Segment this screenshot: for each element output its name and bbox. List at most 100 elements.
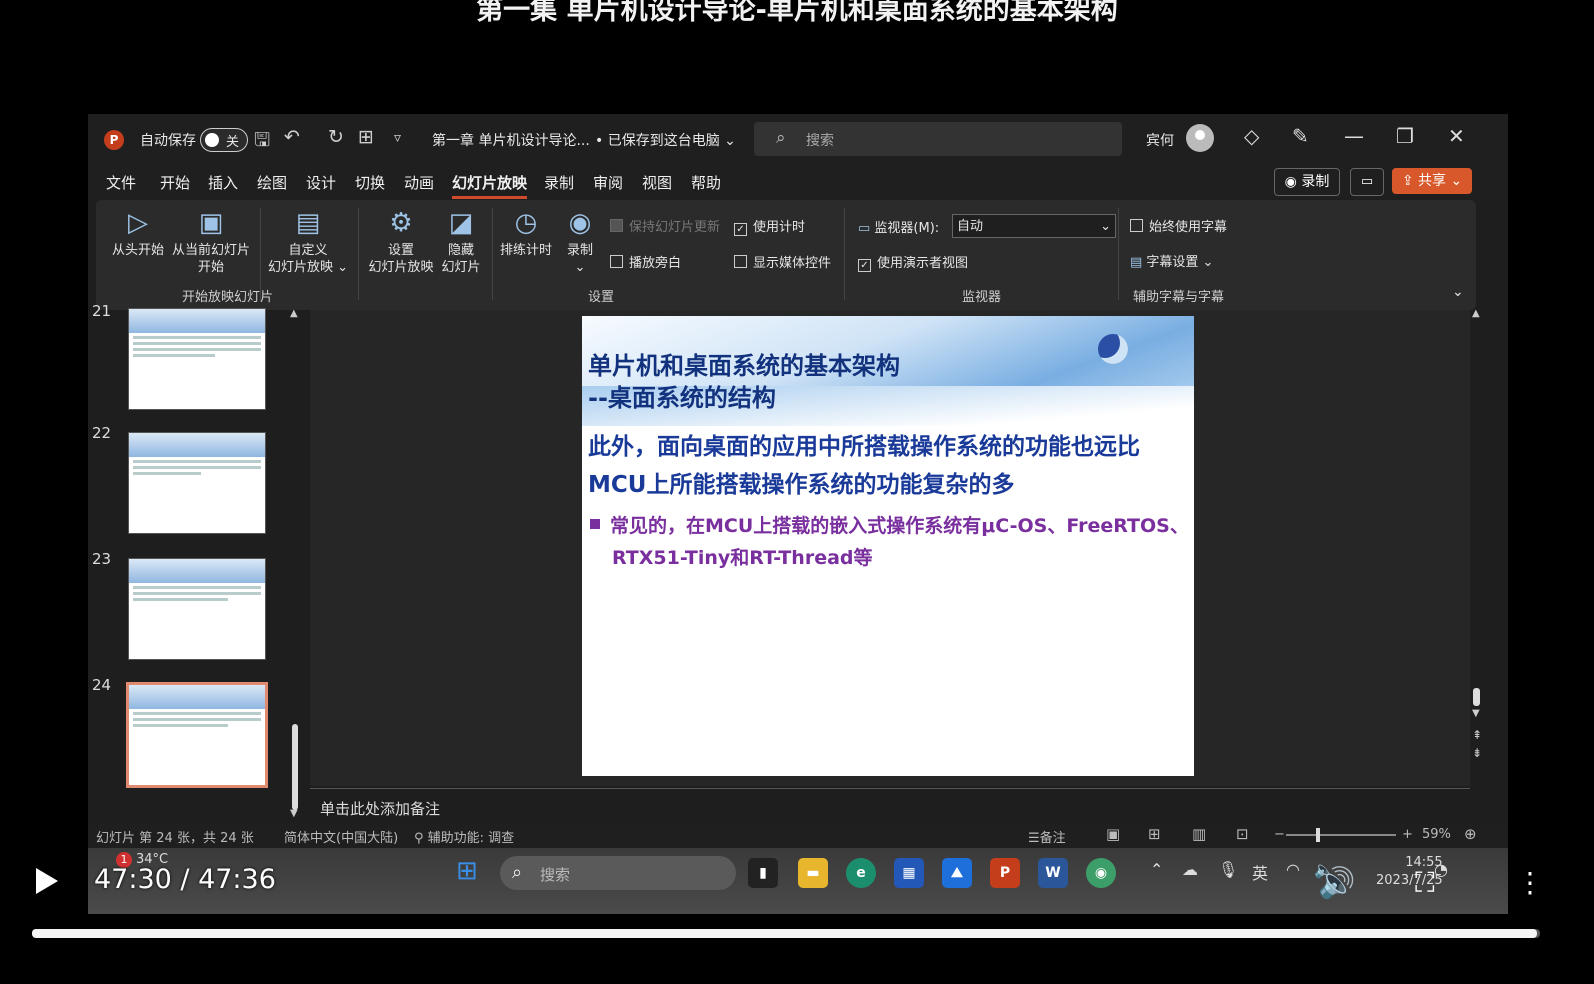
video-progress-bar[interactable]	[32, 929, 1540, 938]
zoom-out-icon[interactable]: −	[1274, 827, 1285, 842]
media-controls-checkbox[interactable]: 显示媒体控件	[734, 252, 831, 271]
redo-icon[interactable]: ↻	[328, 126, 344, 148]
slide-sorter-icon[interactable]: ⊞	[1148, 825, 1161, 843]
slide-thumbnail-24[interactable]	[126, 682, 268, 788]
file-explorer-icon[interactable]: ▬	[798, 858, 828, 888]
always-subtitles-checkbox[interactable]: 始终使用字幕	[1130, 216, 1227, 235]
share-button[interactable]: ⇪ 共享 ⌄	[1392, 168, 1472, 194]
current-slide[interactable]: 单片机和桌面系统的基本架构 --桌面系统的结构 此外，面向桌面的应用中所搭载操作…	[582, 316, 1194, 776]
record-button[interactable]: ◉ 录制	[1274, 168, 1340, 196]
avatar[interactable]	[1186, 124, 1214, 152]
microphone-icon[interactable]: 🎙	[1218, 860, 1238, 879]
accessibility-status[interactable]: ⚲ 辅助功能: 调查	[414, 827, 514, 846]
tab-design[interactable]: 设计	[306, 172, 336, 193]
more-options-icon[interactable]: ⋮	[1516, 866, 1544, 899]
autosave-toggle[interactable]: 关	[200, 128, 248, 152]
app-taskbar-icon[interactable]: ◉	[1086, 858, 1116, 888]
diamond-icon[interactable]: ◇	[1244, 124, 1259, 148]
restore-icon[interactable]: ❐	[1396, 124, 1414, 148]
minimize-icon[interactable]: —	[1344, 124, 1364, 148]
subtitle-settings-button[interactable]: ▤ 字幕设置 ⌄	[1130, 251, 1213, 270]
comment-button[interactable]: ▭	[1350, 168, 1384, 196]
tab-slideshow[interactable]: 幻灯片放映	[452, 172, 528, 199]
collapse-ribbon-icon[interactable]: ⌄	[1452, 284, 1464, 300]
canvas-scrollbar[interactable]: ▲ ▼ ⇞ ⇟	[1470, 308, 1484, 810]
search-box[interactable]: ⌕ 搜索	[754, 122, 1122, 156]
present-icon[interactable]: ⊞	[358, 126, 374, 148]
chevron-down-icon: ⌄	[1100, 219, 1111, 234]
scrollbar-thumb[interactable]	[1473, 688, 1480, 706]
customize-toolbar-icon[interactable]: ▿	[394, 130, 401, 146]
thumbnail-line	[133, 586, 261, 589]
saved-status[interactable]: • 已保存到这台电脑 ⌄	[595, 130, 736, 150]
scroll-up-icon[interactable]: ▲	[290, 308, 298, 319]
normal-view-icon[interactable]: ▣	[1106, 825, 1120, 843]
windows-start-icon[interactable]: ⊞	[456, 856, 478, 886]
edge-icon[interactable]: e	[846, 858, 876, 888]
tab-insert[interactable]: 插入	[208, 172, 238, 193]
slide-thumbnail-22[interactable]	[128, 432, 266, 534]
store-icon[interactable]: ▦	[894, 858, 924, 888]
zoom-in-icon[interactable]: +	[1402, 827, 1413, 842]
play-narrations-checkbox[interactable]: 播放旁白	[610, 252, 681, 271]
record-slideshow-button[interactable]: ◉ 录制 ⌄	[558, 208, 602, 276]
from-start-button[interactable]: ▷ 从头开始	[110, 208, 166, 259]
fullscreen-icon[interactable]: ⛶	[1415, 866, 1435, 900]
wifi-icon[interactable]: ◠	[1286, 860, 1300, 879]
language-status[interactable]: 简体中文(中国大陆)	[284, 827, 398, 846]
thumbnail-scrollbar[interactable]: ▲ ▼	[290, 308, 300, 822]
notes-toggle[interactable]: ☰备注	[1028, 827, 1066, 846]
thumbnail-line	[133, 472, 201, 475]
tab-draw[interactable]: 绘图	[257, 172, 287, 193]
checkbox-icon	[734, 255, 747, 268]
user-name[interactable]: 宾何	[1146, 130, 1174, 150]
pen-icon[interactable]: ✎	[1292, 124, 1309, 148]
slide-thumbnail-21[interactable]	[128, 308, 266, 410]
presenter-view-checkbox[interactable]: ✓ 使用演示者视图	[858, 252, 968, 272]
play-icon[interactable]	[36, 868, 58, 894]
scroll-up-icon[interactable]: ▲	[1472, 308, 1480, 319]
tab-help[interactable]: 帮助	[691, 172, 721, 193]
slide-thumbnail-23[interactable]	[128, 558, 266, 660]
scroll-down-icon[interactable]: ▼	[1472, 708, 1480, 719]
tab-record[interactable]: 录制	[544, 172, 574, 193]
ime-indicator[interactable]: 英	[1252, 860, 1268, 884]
use-timings-checkbox[interactable]: ✓ 使用计时	[734, 216, 805, 236]
undo-icon[interactable]: ↶	[284, 126, 300, 148]
tray-overflow-icon[interactable]: ⌃	[1150, 860, 1163, 879]
reading-view-icon[interactable]: ▥	[1192, 825, 1206, 843]
hide-slide-button[interactable]: ◪ 隐藏 幻灯片	[436, 208, 486, 276]
task-view-icon[interactable]: ▮	[748, 858, 778, 888]
rehearse-timings-button[interactable]: ◷ 排练计时	[498, 208, 554, 259]
from-start-label: 从头开始	[111, 243, 164, 258]
search-icon: ⌕	[512, 862, 523, 883]
onedrive-icon[interactable]: ☁	[1182, 860, 1198, 879]
monitor-select[interactable]: 自动 ⌄	[952, 214, 1116, 238]
tab-file[interactable]: 文件	[106, 172, 136, 193]
tab-review[interactable]: 审阅	[593, 172, 623, 193]
setup-slideshow-button[interactable]: ⚙ 设置 幻灯片放映	[364, 208, 438, 276]
tab-animations[interactable]: 动画	[404, 172, 434, 193]
save-icon[interactable]: 🖫	[254, 126, 270, 158]
taskbar-search[interactable]: ⌕ 搜索	[500, 856, 736, 890]
zoom-slider[interactable]	[1286, 828, 1396, 842]
fit-to-window-icon[interactable]: ⊕	[1464, 825, 1477, 843]
tab-home[interactable]: 开始	[160, 172, 190, 193]
volume-icon[interactable]: 🔊	[1318, 866, 1355, 901]
slideshow-view-icon[interactable]: ⊡	[1236, 825, 1249, 843]
tab-transitions[interactable]: 切换	[355, 172, 385, 193]
close-icon[interactable]: ✕	[1448, 124, 1465, 148]
powerpoint-taskbar-icon[interactable]: P	[990, 858, 1020, 888]
next-slide-icon[interactable]: ⇟	[1472, 746, 1482, 760]
document-title[interactable]: 第一章 单片机设计导论...	[432, 130, 590, 150]
scrollbar-thumb[interactable]	[292, 724, 298, 810]
tab-view[interactable]: 视图	[642, 172, 672, 193]
custom-slideshow-button[interactable]: ▤ 自定义 幻灯片放映 ⌄	[266, 208, 350, 276]
from-current-button[interactable]: ▣ 从当前幻灯片 开始	[168, 208, 254, 276]
scroll-down-icon[interactable]: ▼	[290, 808, 298, 819]
word-taskbar-icon[interactable]: W	[1038, 858, 1068, 888]
notes-placeholder: 单击此处添加备注	[320, 800, 441, 818]
zoom-level[interactable]: 59%	[1422, 827, 1451, 842]
previous-slide-icon[interactable]: ⇞	[1472, 728, 1482, 742]
photos-icon[interactable]: ⛰	[942, 858, 972, 888]
